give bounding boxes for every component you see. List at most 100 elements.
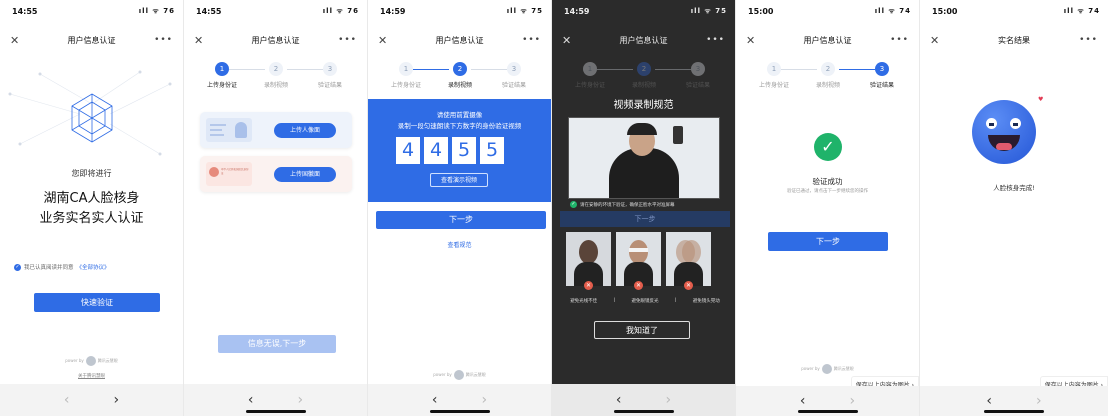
home-indicator	[429, 410, 490, 413]
tip-row: ✓ 请在安静的环境下验证，确保正脸水平对准屏幕	[570, 201, 675, 208]
status-bar: 14:59 ıll ᯤ 75	[368, 0, 551, 22]
forward-icon[interactable]: ›	[666, 392, 672, 408]
screen-intro: 14:55 ıll ᯤ 76 ✕ 用户信息认证 ••• 您即将进行 湖南CA人脸…	[0, 0, 184, 416]
digit-box: 4	[424, 137, 448, 164]
glasses-glare-photo: ✕	[616, 232, 661, 290]
success-title: 验证成功	[812, 177, 843, 186]
headline-2: 业务实名实人认证	[39, 211, 144, 226]
checkbox-checked-icon[interactable]: ✓	[14, 263, 21, 271]
digit-box: 4	[396, 137, 420, 164]
back-icon[interactable]: ‹	[986, 393, 992, 409]
signal-icons: ıll ᯤ 76	[138, 6, 175, 15]
face-scan-icon	[71, 93, 113, 143]
close-icon[interactable]: ✕	[378, 34, 387, 47]
page-title: 实名结果	[998, 35, 1030, 45]
back-icon[interactable]: ‹	[248, 392, 254, 408]
demo-video-button[interactable]: 查看演示视频	[430, 173, 488, 187]
agreement-text: 我已认真阅读并同意	[24, 265, 74, 271]
about-link[interactable]: 关于腾讯慧眼	[0, 373, 183, 379]
back-icon[interactable]: ‹	[432, 392, 438, 408]
error-icon: ✕	[684, 281, 693, 290]
happy-face-icon	[972, 100, 1036, 164]
status-bar: 15:00 ıll ᯤ 74	[736, 0, 919, 22]
close-icon[interactable]: ✕	[562, 34, 571, 47]
headline-1: 湖南CA人脸核身	[43, 191, 140, 206]
step-2: 2 录制视频	[435, 62, 485, 89]
forward-icon[interactable]: ›	[1036, 393, 1042, 409]
id-back-placeholder-icon: 中华人民共和国居民身份证	[206, 162, 252, 186]
time: 15:00	[748, 6, 774, 16]
agreement-row[interactable]: ✓ 我已认真阅读并同意 《全部协议》	[14, 263, 110, 271]
id-front-card[interactable]: 上传人像面	[200, 112, 352, 148]
signal-icons: ıll ᯤ 74	[874, 6, 911, 15]
next-step-button-disabled[interactable]: 信息无误,下一步	[218, 335, 336, 353]
nav-bar: ✕ 用户信息认证 •••	[736, 30, 919, 50]
home-indicator	[245, 410, 306, 413]
more-icon[interactable]: •••	[890, 35, 909, 45]
next-button-ghost: 下一步	[560, 211, 730, 227]
nav-bar: ✕ 用户信息认证 •••	[0, 30, 183, 50]
instruction-line-1: 请使用前置摄像	[436, 111, 483, 119]
error-icon: ✕	[634, 281, 643, 290]
id-front-placeholder-icon	[206, 118, 252, 142]
forward-icon[interactable]: ›	[114, 392, 120, 408]
warning-labels: 避免光线不佳 | 避免眼镜反光 | 避免镜头晃动	[570, 298, 720, 304]
success-subtitle: 验证已通过，请点击下一步继续您的操作	[787, 189, 868, 194]
nav-bar: ✕ 用户信息认证 •••	[552, 30, 735, 50]
success-check-icon: ✓	[814, 133, 842, 161]
time: 15:00	[932, 6, 958, 16]
screen-verify-result: 15:00 ıll ᯤ 74 ✕ 用户信息认证 ••• 1 上传身份证 2 录制视频…	[736, 0, 920, 416]
id-back-card[interactable]: 中华人民共和国居民身份证 上传国徽面	[200, 156, 352, 192]
nav-bar: ✕ 实名结果 •••	[920, 30, 1108, 50]
step-1: 1 上传身份证	[381, 62, 431, 89]
signal-icons: ıll ᯤ 75	[690, 6, 727, 15]
step-3: 3 验证结果	[305, 62, 355, 89]
status-bar: 14:59 ıll ᯤ 75	[552, 0, 735, 22]
agreement-link[interactable]: 《全部协议》	[77, 263, 110, 271]
view-spec-link[interactable]: 查看规范	[368, 240, 551, 249]
more-icon[interactable]: •••	[706, 35, 725, 45]
more-icon[interactable]: •••	[338, 35, 357, 45]
more-icon[interactable]: •••	[522, 35, 541, 45]
home-indicator	[797, 410, 858, 413]
back-icon[interactable]: ‹	[616, 392, 622, 408]
more-icon[interactable]: •••	[154, 35, 173, 45]
nav-bar: ✕ 用户信息认证 •••	[368, 30, 551, 50]
error-icon: ✕	[584, 281, 593, 290]
close-icon[interactable]: ✕	[10, 34, 19, 47]
back-icon[interactable]: ‹	[800, 393, 806, 409]
step-2: 2 录制视频	[803, 62, 853, 89]
step-indicator: 1 上传身份证 2 录制视频 3 验证结果	[184, 62, 367, 96]
forward-icon[interactable]: ›	[850, 393, 856, 409]
forward-icon[interactable]: ›	[482, 392, 488, 408]
powered-by: power by 腾讯云慧眼	[736, 364, 919, 374]
step-indicator: 1 上传身份证 2 录制视频 3 验证结果	[368, 62, 551, 96]
step-3: 3 验证结果	[489, 62, 539, 89]
next-step-button[interactable]: 下一步	[376, 211, 546, 229]
close-icon[interactable]: ✕	[194, 34, 203, 47]
page-title: 用户信息认证	[619, 35, 668, 45]
back-icon[interactable]: ‹	[64, 392, 70, 408]
browser-bottom-bar: ‹ ›	[0, 384, 183, 416]
quick-verify-button[interactable]: 快速验证	[34, 293, 160, 312]
got-it-button[interactable]: 我知道了	[594, 321, 690, 339]
network-illustration	[8, 70, 172, 156]
screen-record-video: 14:59 ıll ᯤ 75 ✕ 用户信息认证 ••• 1 上传身份证 2 录制视频…	[368, 0, 552, 416]
step-1: 1 上传身份证	[749, 62, 799, 89]
status-bar: 14:55 ıll ᯤ 76	[184, 0, 367, 22]
upload-front-button[interactable]: 上传人像面	[274, 123, 336, 138]
screen-real-name-result: 15:00 ıll ᯤ 74 ✕ 实名结果 ••• ♥ 人脸核身完成! 保存以上…	[920, 0, 1108, 416]
next-step-button[interactable]: 下一步	[768, 232, 888, 251]
close-icon[interactable]: ✕	[930, 34, 939, 47]
powered-by: power by 腾讯云慧眼	[368, 370, 551, 380]
close-icon[interactable]: ✕	[746, 34, 755, 47]
step-indicator-dimmed: 1 上传身份证 2 录制视频 3 验证结果	[552, 62, 735, 96]
upload-back-button[interactable]: 上传国徽面	[274, 167, 336, 182]
camera-shake-photo: ✕	[666, 232, 711, 290]
tencent-cloud-logo-icon	[453, 370, 464, 380]
check-icon: ✓	[570, 201, 577, 208]
more-icon[interactable]: •••	[1079, 35, 1098, 45]
digit-box: 5	[480, 137, 504, 164]
time: 14:55	[196, 6, 222, 16]
forward-icon[interactable]: ›	[298, 392, 304, 408]
